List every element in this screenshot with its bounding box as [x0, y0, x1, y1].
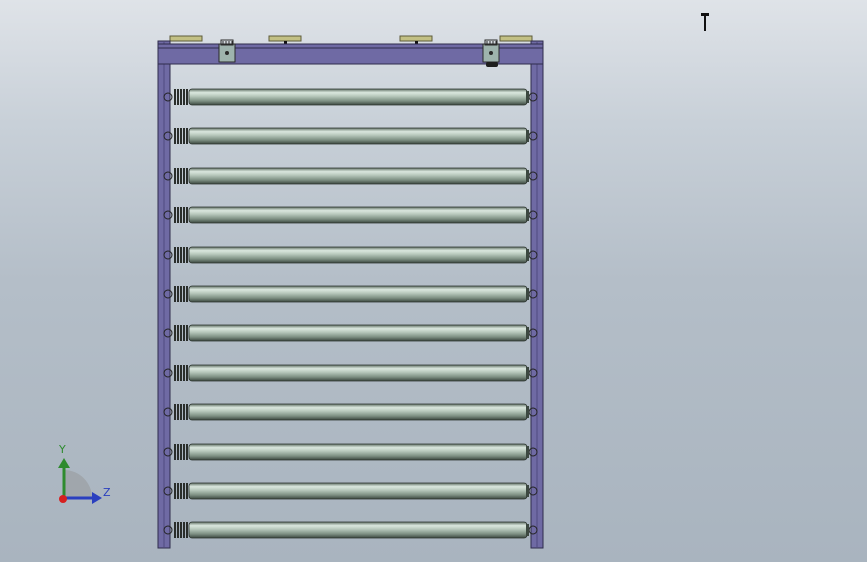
text-cursor-icon	[701, 13, 709, 31]
model-scene[interactable]	[0, 0, 867, 562]
drive-unit-left[interactable]	[218, 39, 236, 63]
view-orientation-triad-icon[interactable]	[58, 458, 102, 504]
conveyor-roller[interactable]	[163, 443, 538, 461]
axis-y-label: Y	[59, 443, 66, 456]
top-mounting-plate[interactable]	[268, 35, 302, 42]
top-mounting-plate[interactable]	[399, 35, 433, 42]
conveyor-roller[interactable]	[163, 127, 538, 145]
roller-set	[163, 88, 538, 539]
conveyor-roller[interactable]	[163, 88, 538, 106]
conveyor-roller[interactable]	[163, 482, 538, 500]
conveyor-roller[interactable]	[163, 206, 538, 224]
conveyor-roller[interactable]	[163, 403, 538, 421]
conveyor-roller[interactable]	[163, 364, 538, 382]
graphics-viewport[interactable]: Y Z	[0, 0, 867, 562]
conveyor-roller[interactable]	[163, 324, 538, 342]
conveyor-roller[interactable]	[163, 521, 538, 539]
axis-z-label: Z	[103, 486, 111, 499]
conveyor-roller[interactable]	[163, 167, 538, 185]
top-mounting-plate[interactable]	[499, 35, 533, 42]
conveyor-roller[interactable]	[163, 246, 538, 264]
conveyor-roller[interactable]	[163, 285, 538, 303]
top-mounting-plate[interactable]	[169, 35, 203, 42]
